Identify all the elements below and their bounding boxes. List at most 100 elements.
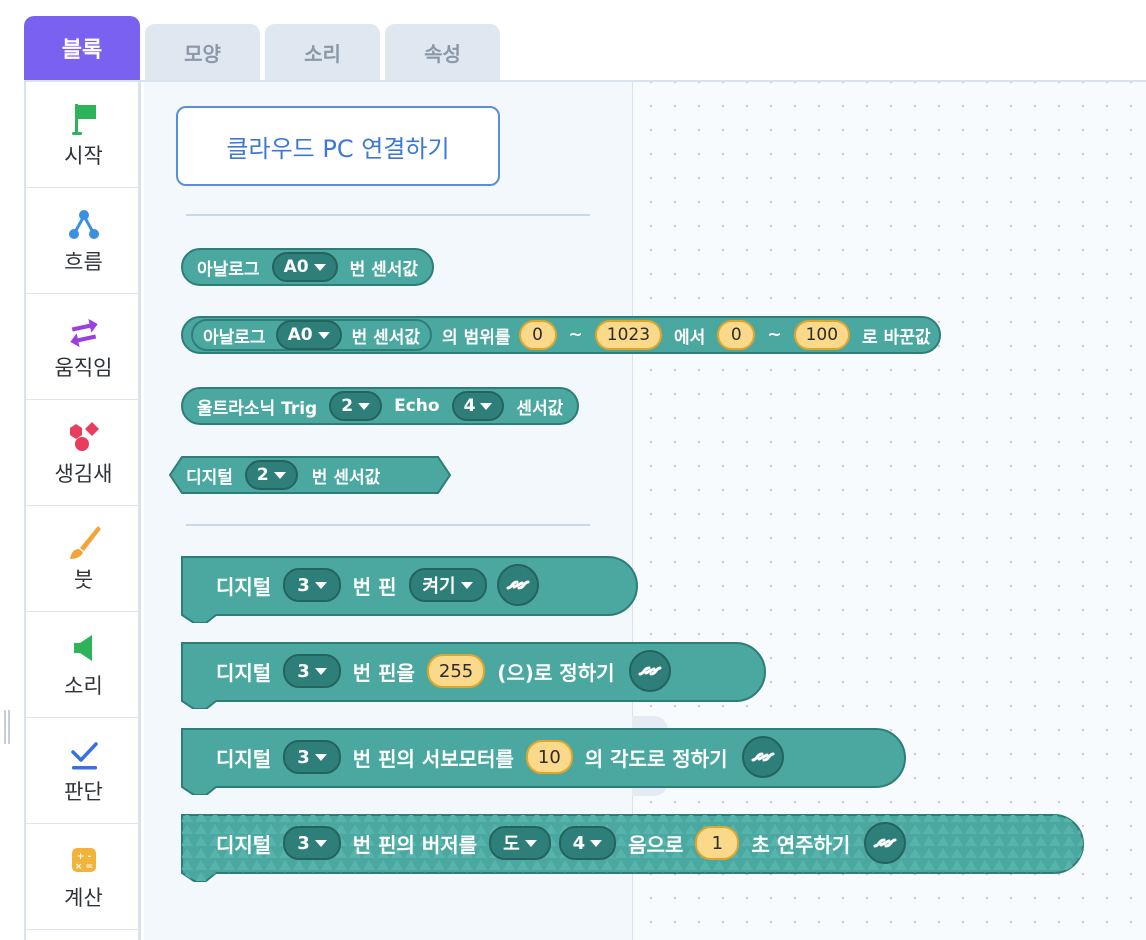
tab-blocks[interactable]: 블록 xyxy=(24,16,140,80)
block-content: 디지털 2 번 센서값 xyxy=(186,456,380,494)
dropdown-value: 2 xyxy=(341,396,354,416)
category-brush[interactable]: 붓 xyxy=(26,506,141,612)
echo-dropdown[interactable]: 4 xyxy=(451,391,505,421)
dropdown-value: 3 xyxy=(297,660,310,682)
svg-text:+ -: + - xyxy=(76,852,91,862)
dropdown-value: A0 xyxy=(287,325,313,345)
number-input[interactable]: 10 xyxy=(525,740,573,774)
block-content: 디지털 3 번 핀 켜기 xyxy=(208,555,539,615)
check-icon xyxy=(70,742,98,770)
number-input[interactable]: 0 xyxy=(717,320,756,350)
section-divider xyxy=(186,214,590,216)
tab-properties[interactable]: 속성 xyxy=(385,24,500,80)
category-judge[interactable]: 판단 xyxy=(26,718,141,824)
category-label: 시작 xyxy=(64,144,103,168)
category-label: 판단 xyxy=(64,780,103,804)
block-pwm-write[interactable]: 디지털 3 번 핀을 255 (으)로 정하기 xyxy=(180,639,768,709)
category-flow[interactable]: 흐름 xyxy=(26,188,141,294)
category-label: 생김새 xyxy=(54,462,113,486)
number-input[interactable]: 1023 xyxy=(594,320,663,350)
category-label: 흐름 xyxy=(64,250,103,274)
speaker-icon xyxy=(73,635,92,661)
tab-sounds[interactable]: 소리 xyxy=(265,24,380,80)
block-analog-read[interactable]: 아날로그 A0 번 센서값 xyxy=(181,248,435,286)
block-text: 센서값 xyxy=(516,398,564,419)
number-input[interactable]: 0 xyxy=(518,320,557,350)
block-digital-write[interactable]: 디지털 3 번 핀 켜기 xyxy=(180,553,638,623)
number-input[interactable]: 100 xyxy=(793,320,851,350)
block-text: 초 연주하기 xyxy=(751,832,851,857)
block-text: 디지털 xyxy=(216,574,272,599)
trig-dropdown[interactable]: 2 xyxy=(329,391,383,421)
block-text: 아날로그 xyxy=(203,327,266,348)
block-text: 디지털 xyxy=(216,660,272,685)
block-content: 디지털 3 번 핀의 버저를 도 4 음으로 1 초 연주하기 xyxy=(208,813,907,873)
section-divider xyxy=(186,524,590,526)
pin-dropdown[interactable]: 3 xyxy=(283,654,341,688)
chevron-down-icon xyxy=(590,839,603,847)
dropdown-value: 3 xyxy=(297,832,310,854)
category-move[interactable]: 움직임 xyxy=(26,294,141,400)
block-text: 번 핀의 서보모터를 xyxy=(352,746,514,771)
calculator-icon: + - × = xyxy=(71,848,96,872)
block-digital-read[interactable]: 디지털 2 번 센서값 xyxy=(168,456,452,494)
chevron-down-icon xyxy=(524,839,537,847)
pin-dropdown[interactable]: A0 xyxy=(275,320,342,350)
pin-dropdown[interactable]: 3 xyxy=(283,568,341,602)
nested-analog-read[interactable]: 아날로그 A0 번 센서값 xyxy=(191,319,433,351)
state-dropdown[interactable]: 켜기 xyxy=(408,568,487,602)
dropdown-value: A0 xyxy=(283,257,309,277)
connect-cloud-pc-button[interactable]: 클라우드 PC 연결하기 xyxy=(176,106,500,186)
octave-dropdown[interactable]: 4 xyxy=(558,826,617,860)
block-content: 디지털 3 번 핀의 서보모터를 10 의 각도로 정하기 xyxy=(208,727,784,787)
block-servo[interactable]: 디지털 3 번 핀의 서보모터를 10 의 각도로 정하기 xyxy=(180,725,910,795)
link-icon[interactable] xyxy=(741,736,784,778)
block-text: ~ xyxy=(767,325,782,345)
link-icon[interactable] xyxy=(628,650,671,692)
chevron-down-icon xyxy=(313,263,326,271)
number-input[interactable]: 1 xyxy=(695,826,740,860)
number-input[interactable]: 255 xyxy=(426,654,486,688)
block-text: 에서 xyxy=(674,327,706,348)
chevron-down-icon xyxy=(314,667,327,675)
category-list: 시작 흐름 움직임 생김새 붓 소리 판단 + - × = 계산 xyxy=(26,82,141,940)
flag-icon xyxy=(71,104,96,135)
chevron-down-icon xyxy=(460,581,473,589)
tab-shapes[interactable]: 모양 xyxy=(145,24,260,80)
pin-dropdown[interactable]: 2 xyxy=(244,460,298,490)
link-icon[interactable] xyxy=(496,564,539,606)
note-dropdown[interactable]: 도 xyxy=(489,826,551,860)
category-label: 소리 xyxy=(64,674,103,698)
category-sound[interactable]: 소리 xyxy=(26,612,141,718)
block-text: Echo xyxy=(394,396,440,416)
chevron-down-icon xyxy=(273,471,286,479)
link-icon[interactable] xyxy=(864,822,907,864)
flow-icon xyxy=(68,210,99,239)
block-text: 의 각도로 정하기 xyxy=(584,746,728,771)
block-text: 아날로그 xyxy=(197,259,260,280)
move-arrows-icon xyxy=(69,318,98,348)
block-buzzer[interactable]: 디지털 3 번 핀의 버저를 도 4 음으로 1 초 연주하기 xyxy=(180,811,1090,882)
block-analog-map[interactable]: 아날로그 A0 번 센서값 의 범위를 0 ~ 1023 에서 0 ~ 100 … xyxy=(181,316,941,354)
pin-dropdown[interactable]: 3 xyxy=(283,826,341,860)
block-text: 디지털 xyxy=(216,832,272,857)
block-text: (으)로 정하기 xyxy=(497,660,615,685)
chevron-down-icon xyxy=(314,753,327,761)
brush-icon xyxy=(69,526,101,559)
block-text: 디지털 xyxy=(216,746,272,771)
block-ultrasonic[interactable]: 울트라소닉 Trig 2 Echo 4 센서값 xyxy=(181,387,580,425)
block-text: 음으로 xyxy=(628,832,684,857)
block-text: 로 바꾼값 xyxy=(862,327,931,348)
category-calc[interactable]: + - × = 계산 xyxy=(26,824,141,930)
pin-dropdown[interactable]: 3 xyxy=(283,740,341,774)
category-start[interactable]: 시작 xyxy=(26,82,141,188)
block-text: 울트라소닉 Trig xyxy=(197,398,318,419)
category-looks[interactable]: 생김새 xyxy=(26,400,141,506)
chevron-down-icon xyxy=(314,581,327,589)
resize-handle[interactable] xyxy=(4,710,10,744)
block-text: 번 센서값 xyxy=(351,327,421,348)
block-text: 의 범위를 xyxy=(442,327,511,348)
chevron-down-icon xyxy=(314,839,327,847)
pin-dropdown[interactable]: A0 xyxy=(271,252,338,282)
block-text: 번 핀을 xyxy=(352,660,415,685)
